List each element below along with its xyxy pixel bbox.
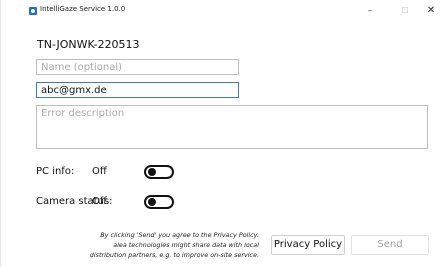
- maximize-button[interactable]: ☐: [393, 3, 417, 19]
- window-title: IntelliGaze Service 1.0.0: [40, 5, 126, 13]
- title-bar: IntelliGaze Service 1.0.0 – ☐ ✕: [1, 0, 446, 22]
- disclaimer-line: distribution partners, e.g. to improve o…: [89, 251, 259, 259]
- error-description-field[interactable]: [36, 105, 428, 149]
- send-button[interactable]: Send: [351, 235, 429, 255]
- privacy-disclaimer: By clicking 'Send' you agree to the Priv…: [41, 230, 259, 260]
- privacy-policy-button[interactable]: Privacy Policy: [271, 235, 345, 255]
- minimize-button[interactable]: –: [358, 3, 382, 19]
- email-field[interactable]: [36, 82, 239, 98]
- name-field[interactable]: [36, 59, 239, 75]
- camera-status-toggle[interactable]: [144, 195, 174, 209]
- disclaimer-line: alea technologies might share data with …: [113, 241, 259, 249]
- pc-info-toggle[interactable]: [144, 165, 174, 179]
- pc-info-label: PC info:: [36, 166, 75, 177]
- pc-info-state: Off: [92, 166, 107, 177]
- close-button[interactable]: ✕: [419, 3, 443, 19]
- app-window: IntelliGaze Service 1.0.0 – ☐ ✕ TN-JONWK…: [0, 0, 446, 267]
- disclaimer-line: By clicking 'Send' you agree to the Priv…: [100, 231, 259, 239]
- device-id: TN-JONWK-220513: [37, 38, 140, 51]
- app-icon: [29, 7, 37, 15]
- toggle-knob: [148, 198, 156, 206]
- camera-status-state: Off: [92, 196, 107, 207]
- toggle-knob: [148, 168, 156, 176]
